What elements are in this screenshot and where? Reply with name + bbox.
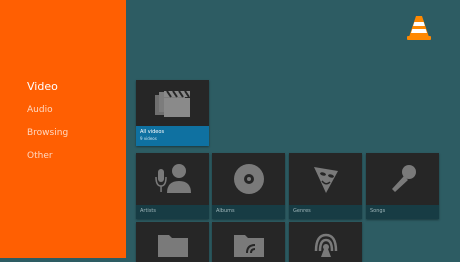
genres-card[interactable]: Genres (289, 153, 362, 219)
artists-card[interactable]: Artists (136, 153, 209, 219)
albums-card[interactable]: Albums (212, 153, 285, 219)
genres-label: Genres (289, 205, 362, 219)
sidebar-item-audio[interactable]: Audio (27, 105, 53, 115)
stream-icon (289, 222, 362, 262)
theater-mask-icon (289, 153, 362, 205)
microphone-person-icon (136, 153, 209, 205)
clapperboard-icon (136, 80, 209, 126)
all-videos-title: All videos (140, 129, 165, 135)
songs-label: Songs (366, 205, 439, 219)
all-videos-count: 9 videos (140, 136, 157, 141)
sidebar-item-other[interactable]: Other (27, 151, 53, 161)
sidebar-item-video[interactable]: Video (27, 80, 58, 93)
albums-label: Albums (212, 205, 285, 219)
all-videos-card[interactable]: All videos 9 videos (136, 80, 209, 146)
all-videos-label: All videos 9 videos (136, 126, 209, 146)
folder-card[interactable] (136, 222, 209, 262)
microphone-icon (366, 153, 439, 205)
stream-card[interactable] (289, 222, 362, 262)
artists-label: Artists (136, 205, 209, 219)
network-folder-card[interactable] (212, 222, 285, 262)
disc-icon (212, 153, 285, 205)
sidebar-item-browsing[interactable]: Browsing (27, 128, 68, 138)
sidebar: Video Audio Browsing Other (0, 0, 126, 258)
network-folder-icon (212, 222, 285, 262)
folder-icon (136, 222, 209, 262)
vlc-cone-icon (404, 13, 434, 43)
songs-card[interactable]: Songs (366, 153, 439, 219)
